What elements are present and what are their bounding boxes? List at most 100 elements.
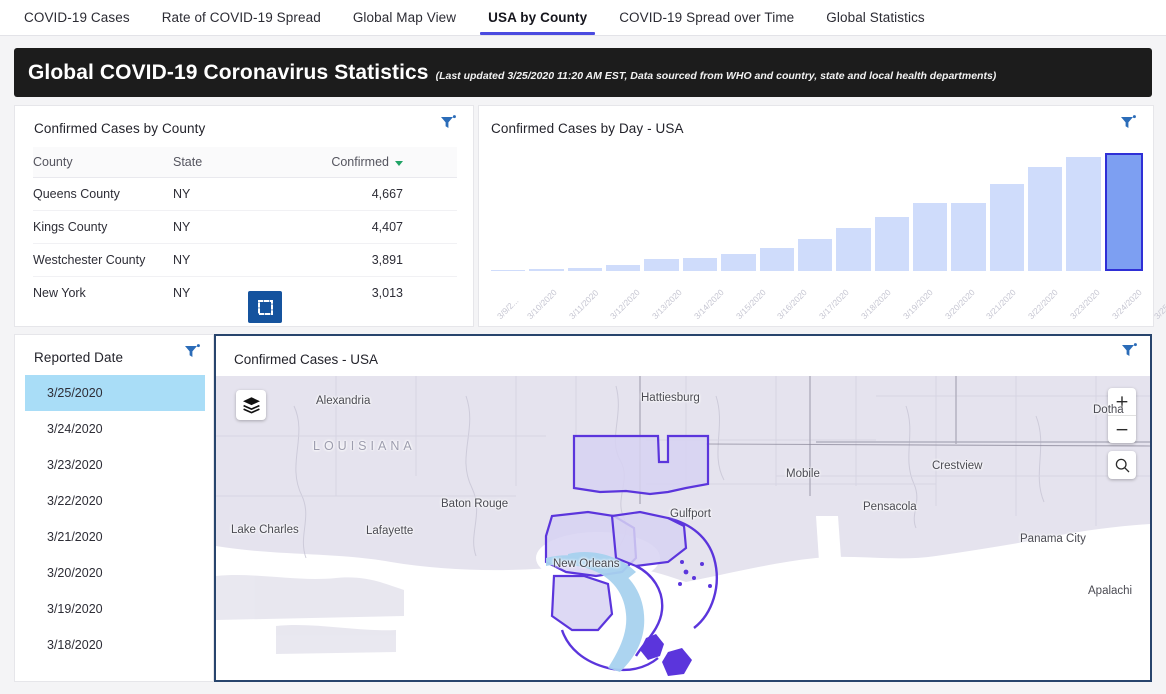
layers-stack-icon[interactable] bbox=[236, 390, 266, 420]
cell-county: Westchester County bbox=[33, 253, 173, 267]
map-label-apalachi: Apalachi bbox=[1088, 585, 1132, 597]
bar-3-9-2---[interactable] bbox=[491, 270, 525, 271]
tab-bar: COVID-19 Cases Rate of COVID-19 Spread G… bbox=[0, 0, 1166, 36]
tab-label: COVID-19 Cases bbox=[24, 10, 130, 25]
bar-3-25-2020[interactable] bbox=[1105, 153, 1143, 271]
county-table: County State Confirmed Queens County NY … bbox=[33, 147, 457, 309]
map-label-crestview: Crestview bbox=[932, 460, 982, 472]
bar-3-24-2020[interactable] bbox=[1066, 157, 1100, 271]
map-label-mobile: Mobile bbox=[786, 468, 820, 480]
bar-3-16-2020[interactable] bbox=[760, 248, 794, 271]
bar-3-11-2020[interactable] bbox=[568, 268, 602, 271]
bar-series bbox=[491, 153, 1143, 271]
panel-title: Confirmed Cases by County bbox=[34, 121, 205, 136]
dashboard-page: COVID-19 Cases Rate of COVID-19 Spread G… bbox=[0, 0, 1166, 694]
confirmed-cases-by-county-panel: Confirmed Cases by County County State C… bbox=[14, 105, 474, 327]
map-label-alexandria: Alexandria bbox=[316, 395, 370, 407]
map-label-louisiana: LOUISIANA bbox=[313, 439, 416, 453]
tab-covid-19-spread-over-time[interactable]: COVID-19 Spread over Time bbox=[603, 0, 810, 35]
bar-3-21-2020[interactable] bbox=[951, 203, 985, 271]
tab-global-map-view[interactable]: Global Map View bbox=[337, 0, 472, 35]
cell-confirmed: 4,407 bbox=[295, 220, 457, 234]
cell-confirmed: 3,013 bbox=[295, 286, 457, 300]
cell-state: NY bbox=[173, 253, 295, 267]
sort-descending-caret-icon bbox=[395, 161, 403, 166]
zoom-out-button[interactable]: − bbox=[1108, 416, 1136, 443]
cell-county: New York bbox=[33, 286, 173, 300]
search-magnifier-icon[interactable] bbox=[1108, 451, 1136, 479]
tab-label: USA by County bbox=[488, 10, 587, 25]
map-label-hattiesburg: Hattiesburg bbox=[641, 392, 700, 404]
cell-confirmed: 3,891 bbox=[295, 253, 457, 267]
map-label-new-orleans: New Orleans bbox=[553, 558, 619, 570]
date-list-item[interactable]: 3/18/2020 bbox=[25, 627, 205, 663]
date-list-item[interactable]: 3/21/2020 bbox=[25, 519, 205, 555]
map-label-gulfport: Gulfport bbox=[670, 508, 711, 520]
bar-3-19-2020[interactable] bbox=[875, 217, 909, 271]
bar-3-20-2020[interactable] bbox=[913, 203, 947, 271]
bar-3-17-2020[interactable] bbox=[798, 239, 832, 271]
reported-date-list: 3/25/20203/24/20203/23/20203/22/20203/21… bbox=[25, 375, 205, 663]
panel-title: Confirmed Cases - USA bbox=[234, 352, 378, 367]
table-row[interactable]: Kings County NY 4,407 bbox=[33, 211, 457, 244]
map-label-pensacola: Pensacola bbox=[863, 501, 917, 513]
tab-label: Global Statistics bbox=[826, 10, 925, 25]
column-header-county[interactable]: County bbox=[33, 147, 173, 177]
column-header-confirmed-label: Confirmed bbox=[331, 155, 389, 169]
map-label-dotha: Dotha bbox=[1093, 404, 1124, 416]
map-canvas[interactable]: + − bbox=[216, 376, 1150, 680]
date-list-item[interactable]: 3/22/2020 bbox=[25, 483, 205, 519]
bar-3-18-2020[interactable] bbox=[836, 228, 870, 271]
tab-global-statistics[interactable]: Global Statistics bbox=[810, 0, 941, 35]
table-row[interactable]: Queens County NY 4,667 bbox=[33, 178, 457, 211]
date-list-item[interactable]: 3/24/2020 bbox=[25, 411, 205, 447]
map-label-lafayette: Lafayette bbox=[366, 525, 413, 537]
banner-subtitle: (Last updated 3/25/2020 11:20 AM EST, Da… bbox=[436, 70, 997, 82]
map-label-lake-charles: Lake Charles bbox=[231, 524, 299, 536]
cell-state: NY bbox=[173, 187, 295, 201]
date-list-item[interactable]: 3/20/2020 bbox=[25, 555, 205, 591]
tab-label: COVID-19 Spread over Time bbox=[619, 10, 794, 25]
marquee-select-icon[interactable] bbox=[248, 291, 282, 323]
bar-3-12-2020[interactable] bbox=[606, 265, 640, 271]
map-graphics bbox=[216, 376, 1150, 680]
tab-rate-of-covid-19-spread[interactable]: Rate of COVID-19 Spread bbox=[146, 0, 337, 35]
table-row[interactable]: New York NY 3,013 bbox=[33, 277, 457, 309]
map-label-panama-city: Panama City bbox=[1020, 533, 1086, 545]
cell-county: Queens County bbox=[33, 187, 173, 201]
bar-3-13-2020[interactable] bbox=[644, 259, 678, 271]
date-list-item[interactable]: 3/19/2020 bbox=[25, 591, 205, 627]
tab-covid-19-cases[interactable]: COVID-19 Cases bbox=[8, 0, 146, 35]
filter-funnel-icon[interactable] bbox=[183, 343, 201, 361]
reported-date-panel: Reported Date 3/25/20203/24/20203/23/202… bbox=[14, 334, 214, 682]
panel-title: Reported Date bbox=[34, 350, 123, 365]
filter-funnel-icon[interactable] bbox=[439, 114, 457, 132]
tab-label: Global Map View bbox=[353, 10, 456, 25]
bar-chart: 3/9/2...3/10/20203/11/20203/12/20203/13/… bbox=[491, 146, 1143, 271]
bar-3-14-2020[interactable] bbox=[683, 258, 717, 271]
tab-usa-by-county[interactable]: USA by County bbox=[472, 0, 603, 35]
confirmed-cases-by-day-panel: Confirmed Cases by Day - USA 3/9/2...3/1… bbox=[478, 105, 1154, 327]
cell-confirmed: 4,667 bbox=[295, 187, 457, 201]
map-label-baton-rouge: Baton Rouge bbox=[441, 498, 508, 510]
bar-3-23-2020[interactable] bbox=[1028, 167, 1062, 271]
x-tick-label: 3/25/2020 bbox=[1152, 287, 1166, 342]
cell-county: Kings County bbox=[33, 220, 173, 234]
date-list-item[interactable]: 3/25/2020 bbox=[25, 375, 205, 411]
bar-3-10-2020[interactable] bbox=[529, 269, 563, 271]
column-header-confirmed[interactable]: Confirmed bbox=[295, 147, 457, 177]
filter-funnel-icon[interactable] bbox=[1120, 342, 1138, 360]
filter-funnel-icon[interactable] bbox=[1119, 114, 1137, 132]
table-row[interactable]: Westchester County NY 3,891 bbox=[33, 244, 457, 277]
tab-label: Rate of COVID-19 Spread bbox=[162, 10, 321, 25]
page-title: Global COVID-19 Coronavirus Statistics bbox=[28, 61, 429, 85]
page-bottom-strip bbox=[0, 686, 1166, 694]
date-list-item[interactable]: 3/23/2020 bbox=[25, 447, 205, 483]
column-header-state[interactable]: State bbox=[173, 147, 295, 177]
chart-title: Confirmed Cases by Day - USA bbox=[491, 121, 684, 136]
bar-3-22-2020[interactable] bbox=[990, 184, 1024, 271]
dashboard-banner: Global COVID-19 Coronavirus Statistics (… bbox=[14, 48, 1152, 97]
cell-state: NY bbox=[173, 220, 295, 234]
table-header-row: County State Confirmed bbox=[33, 147, 457, 178]
bar-3-15-2020[interactable] bbox=[721, 254, 755, 271]
